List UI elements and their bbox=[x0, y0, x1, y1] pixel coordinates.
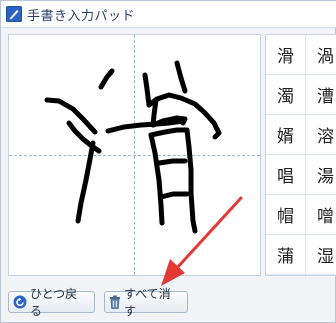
title-bar: 手書き入力パッド bbox=[1, 1, 336, 28]
candidate-grid: 滑 渦 濁 漕 婿 溶 唱 湯 帽 噌 蒲 湿 bbox=[265, 34, 336, 276]
undo-icon bbox=[13, 295, 27, 309]
drawing-canvas[interactable] bbox=[8, 34, 261, 276]
clear-all-button[interactable]: すべて消す bbox=[104, 287, 188, 318]
candidate-cell[interactable]: 滑 bbox=[266, 35, 306, 75]
undo-button-label: ひとつ戻る bbox=[30, 287, 78, 318]
candidate-cell[interactable]: 湯 bbox=[306, 155, 336, 195]
handwriting-pad-window: 手書き入力パッド 滑 渦 濁 漕 婿 溶 唱 湯 帽 噌 蒲 湿 ひとつ戻る す… bbox=[0, 0, 336, 323]
candidate-cell[interactable]: 濁 bbox=[266, 75, 306, 115]
undo-button[interactable]: ひとつ戻る bbox=[8, 287, 95, 318]
clear-all-button-label: すべて消す bbox=[124, 287, 171, 318]
handwritten-strokes bbox=[44, 60, 222, 234]
candidate-cell[interactable]: 溶 bbox=[306, 115, 336, 155]
candidate-cell[interactable]: 帽 bbox=[266, 195, 306, 235]
candidate-cell[interactable]: 漕 bbox=[306, 75, 336, 115]
candidate-cell[interactable]: 婿 bbox=[266, 115, 306, 155]
trash-icon bbox=[109, 295, 121, 309]
candidate-cell[interactable]: 湿 bbox=[306, 235, 336, 275]
candidate-cell[interactable]: 唱 bbox=[266, 155, 306, 195]
candidate-cell[interactable]: 蒲 bbox=[266, 235, 306, 275]
candidate-cell[interactable]: 渦 bbox=[306, 35, 336, 75]
pen-pad-icon bbox=[6, 6, 22, 22]
window-title: 手書き入力パッド bbox=[27, 8, 136, 24]
candidate-cell[interactable]: 噌 bbox=[306, 195, 336, 235]
